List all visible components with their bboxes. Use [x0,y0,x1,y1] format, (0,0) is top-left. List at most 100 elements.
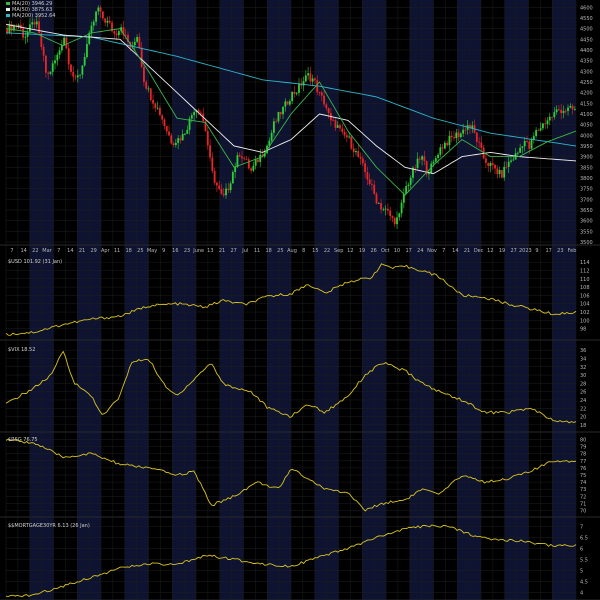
candle-body [416,158,419,168]
candle-body [293,91,296,94]
candle-body [181,133,184,141]
candle-body [380,203,382,210]
candle-body [409,177,412,185]
y-tick-label: 4.5 [580,580,588,586]
candle-body [332,120,335,122]
candle-body [443,142,446,149]
x-tick-label: 11 [114,248,120,254]
candle-body [512,159,515,161]
candle-body [254,159,257,166]
candle-body [247,159,250,169]
chart-root: 3500 3550 3600 3650 3700 3750 3800 3850 3900 3950… [0,0,600,600]
candle-body [72,71,75,77]
candle-body [174,142,177,146]
candle-body [193,112,196,116]
y-tick-label: 3550 [580,229,593,235]
candle-body [42,46,45,56]
y-tick-label: 3650 [580,208,593,214]
legend-swatch [6,8,10,11]
y-tick-label: 3500 [580,240,593,246]
candle-body [117,31,120,36]
x-tick-label: May [147,248,157,254]
x-tick-label: 12 [347,248,353,254]
candle-body [243,158,246,160]
y-tick-label: 4150 [580,101,593,107]
candle-body [47,72,50,74]
candle-body [97,7,100,12]
candle-body [136,37,139,42]
candle-body [113,31,116,34]
y-tick-label: 30 [580,373,586,379]
candle-body [145,81,148,89]
y-tick-label: 75 [580,473,586,479]
candle-body [537,130,540,131]
x-tick-label: 17 [545,248,551,254]
x-tick-label: 2023 [519,248,532,254]
candle-body [494,164,496,169]
candle-body [229,183,232,191]
candle-body [311,78,314,82]
candle-body [206,130,209,146]
x-tick-label: 8 [302,248,305,254]
candle-body [231,172,234,184]
x-tick-label: 11 [254,248,260,254]
y-tick-label: 71 [580,501,586,507]
legend-swatch [6,2,10,5]
x-tick-label: 25 [137,248,143,254]
x-tick-label: 14 [452,248,458,254]
x-tick-label: 29 [90,248,96,254]
y-tick-label: 98 [580,327,586,333]
multi-panel-chart: 3500 3550 3600 3650 3700 3750 3800 3850 3900 3950… [0,0,600,600]
x-tick-label: 9 [162,248,165,254]
y-tick-label: 4250 [580,80,593,86]
candle-body [434,158,437,162]
candle-body [389,210,392,217]
y-tick-label: 73 [580,487,586,493]
candle-body [491,163,494,165]
candle-body [448,135,451,146]
legend-entry: MA(200) 3952.64 [12,13,55,19]
candle-body [158,107,161,116]
candle-body [56,54,59,61]
candle-body [17,24,20,27]
candle-body [368,179,371,184]
candle-body [307,73,310,76]
candle-body [200,112,202,114]
y-tick-label: 108 [580,285,590,291]
candle-body [74,76,77,78]
y-tick-label: 79 [580,445,586,451]
candle-body [318,92,321,93]
candle-body [341,128,344,132]
y-tick-label: 4300 [580,69,593,75]
candle-body [115,33,118,36]
candle-body [327,108,330,113]
candle-body [336,125,339,128]
candle-body [190,115,193,119]
candle-body [275,121,278,123]
candle-body [147,88,150,90]
candle-body [366,172,369,180]
candle-body [398,213,401,218]
candle-body [95,11,97,22]
candle-body [450,135,453,138]
candle-body [58,50,61,55]
candle-body [539,128,542,131]
x-tick-label: 24 [417,248,423,254]
candle-body [101,11,104,19]
candle-body [304,75,307,82]
candle-body [152,99,154,104]
candle-body [83,57,86,66]
candle-body [375,193,378,204]
candle-body [364,163,367,173]
y-tick-label: 3900 [580,155,593,161]
candle-body [282,106,284,115]
y-tick-label: 4500 [580,27,593,33]
y-tick-label: 24 [580,398,586,404]
candle-body [170,135,173,144]
candle-body [99,7,102,12]
candle-body [352,148,355,153]
candle-body [523,140,526,147]
candle-body [163,119,166,127]
candle-body [295,92,298,94]
y-tick-label: 34 [580,356,586,362]
